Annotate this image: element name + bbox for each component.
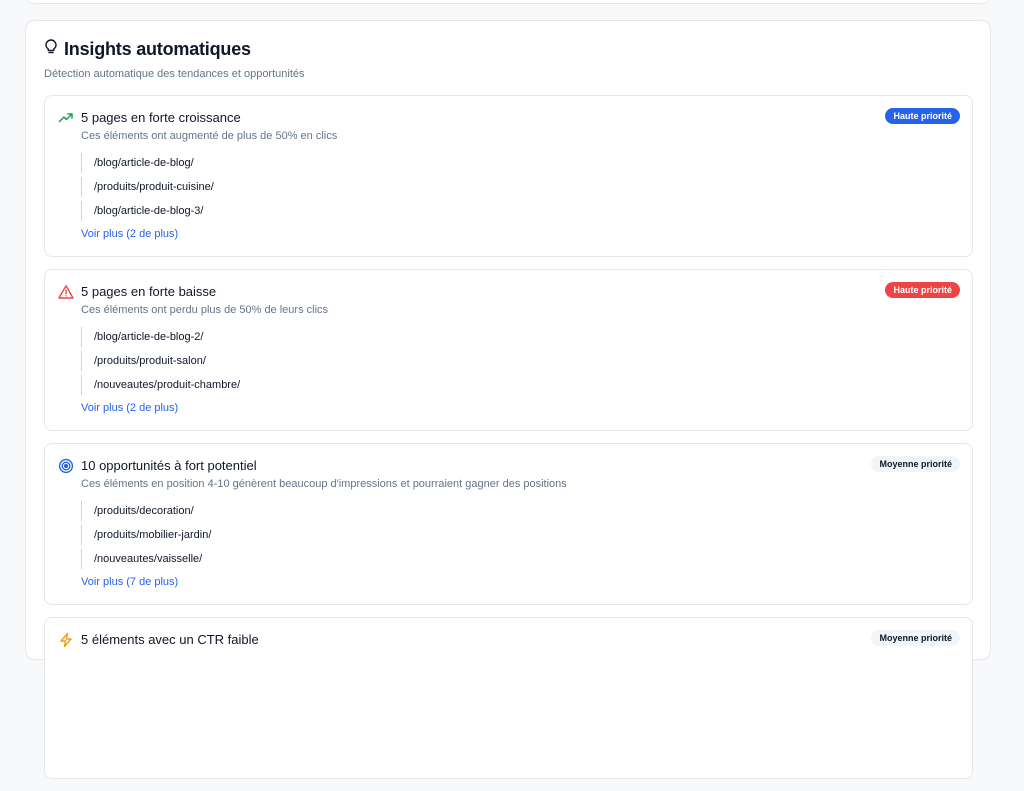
insight-description: Ces éléments en position 4-10 génèrent b… xyxy=(81,478,567,490)
insight-card-opportunities: 10 opportunités à fort potentiel Ces élé… xyxy=(44,443,973,605)
insight-card-decline: 5 pages en forte baisse Ces éléments ont… xyxy=(44,269,973,431)
panel-header: Insights automatiques Détection automati… xyxy=(44,38,972,81)
priority-badge: Haute priorité xyxy=(885,108,960,124)
priority-badge: Haute priorité xyxy=(885,282,960,298)
list-item: /nouveautes/produit-chambre/ xyxy=(81,375,240,395)
panel-subtitle: Détection automatique des tendances et o… xyxy=(44,68,305,80)
list-item: /produits/produit-salon/ xyxy=(81,351,240,371)
insight-title: 5 pages en forte baisse xyxy=(81,284,217,299)
insight-title: 10 opportunités à fort potentiel xyxy=(81,458,257,473)
previous-panel-edge xyxy=(25,0,991,4)
insight-items: /blog/article-de-blog/ /produits/produit… xyxy=(81,153,214,225)
lightning-icon xyxy=(58,632,74,648)
see-more-link[interactable]: Voir plus (2 de plus) xyxy=(81,228,178,240)
list-item: /nouveautes/vaisselle/ xyxy=(81,549,211,569)
list-item: /blog/article-de-blog-3/ xyxy=(81,201,214,221)
list-item: /blog/article-de-blog-2/ xyxy=(81,327,240,347)
insight-items: /produits/decoration/ /produits/mobilier… xyxy=(81,501,211,573)
see-more-link[interactable]: Voir plus (7 de plus) xyxy=(81,576,178,588)
insight-cards: 5 pages en forte croissance Ces éléments… xyxy=(44,95,973,791)
panel-title: Insights automatiques xyxy=(64,38,251,59)
list-item: /produits/produit-cuisine/ xyxy=(81,177,214,197)
warning-triangle-icon xyxy=(58,284,74,300)
see-more-link[interactable]: Voir plus (2 de plus) xyxy=(81,402,178,414)
list-item: /blog/article-de-blog/ xyxy=(81,153,214,173)
lightbulb-icon xyxy=(44,38,58,60)
insights-panel: Insights automatiques Détection automati… xyxy=(25,20,991,779)
insight-card-growth: 5 pages en forte croissance Ces éléments… xyxy=(44,95,973,257)
priority-badge: Moyenne priorité xyxy=(871,630,960,646)
insight-items: /blog/article-de-blog-2/ /produits/produ… xyxy=(81,327,240,399)
insight-description: Ces éléments ont augmenté de plus de 50%… xyxy=(81,130,338,142)
list-item: /produits/mobilier-jardin/ xyxy=(81,525,211,545)
insight-description: Ces éléments ont perdu plus de 50% de le… xyxy=(81,304,329,316)
trending-up-icon xyxy=(58,110,74,126)
priority-badge: Moyenne priorité xyxy=(871,456,960,472)
target-icon xyxy=(58,458,74,474)
insight-title: 5 pages en forte croissance xyxy=(81,110,241,125)
list-item: /produits/decoration/ xyxy=(81,501,211,521)
insight-card-low-ctr: 5 éléments avec un CTR faible Moyenne pr… xyxy=(44,617,973,779)
insight-title: 5 éléments avec un CTR faible xyxy=(81,632,259,647)
panel-title-row: Insights automatiques xyxy=(44,38,972,60)
